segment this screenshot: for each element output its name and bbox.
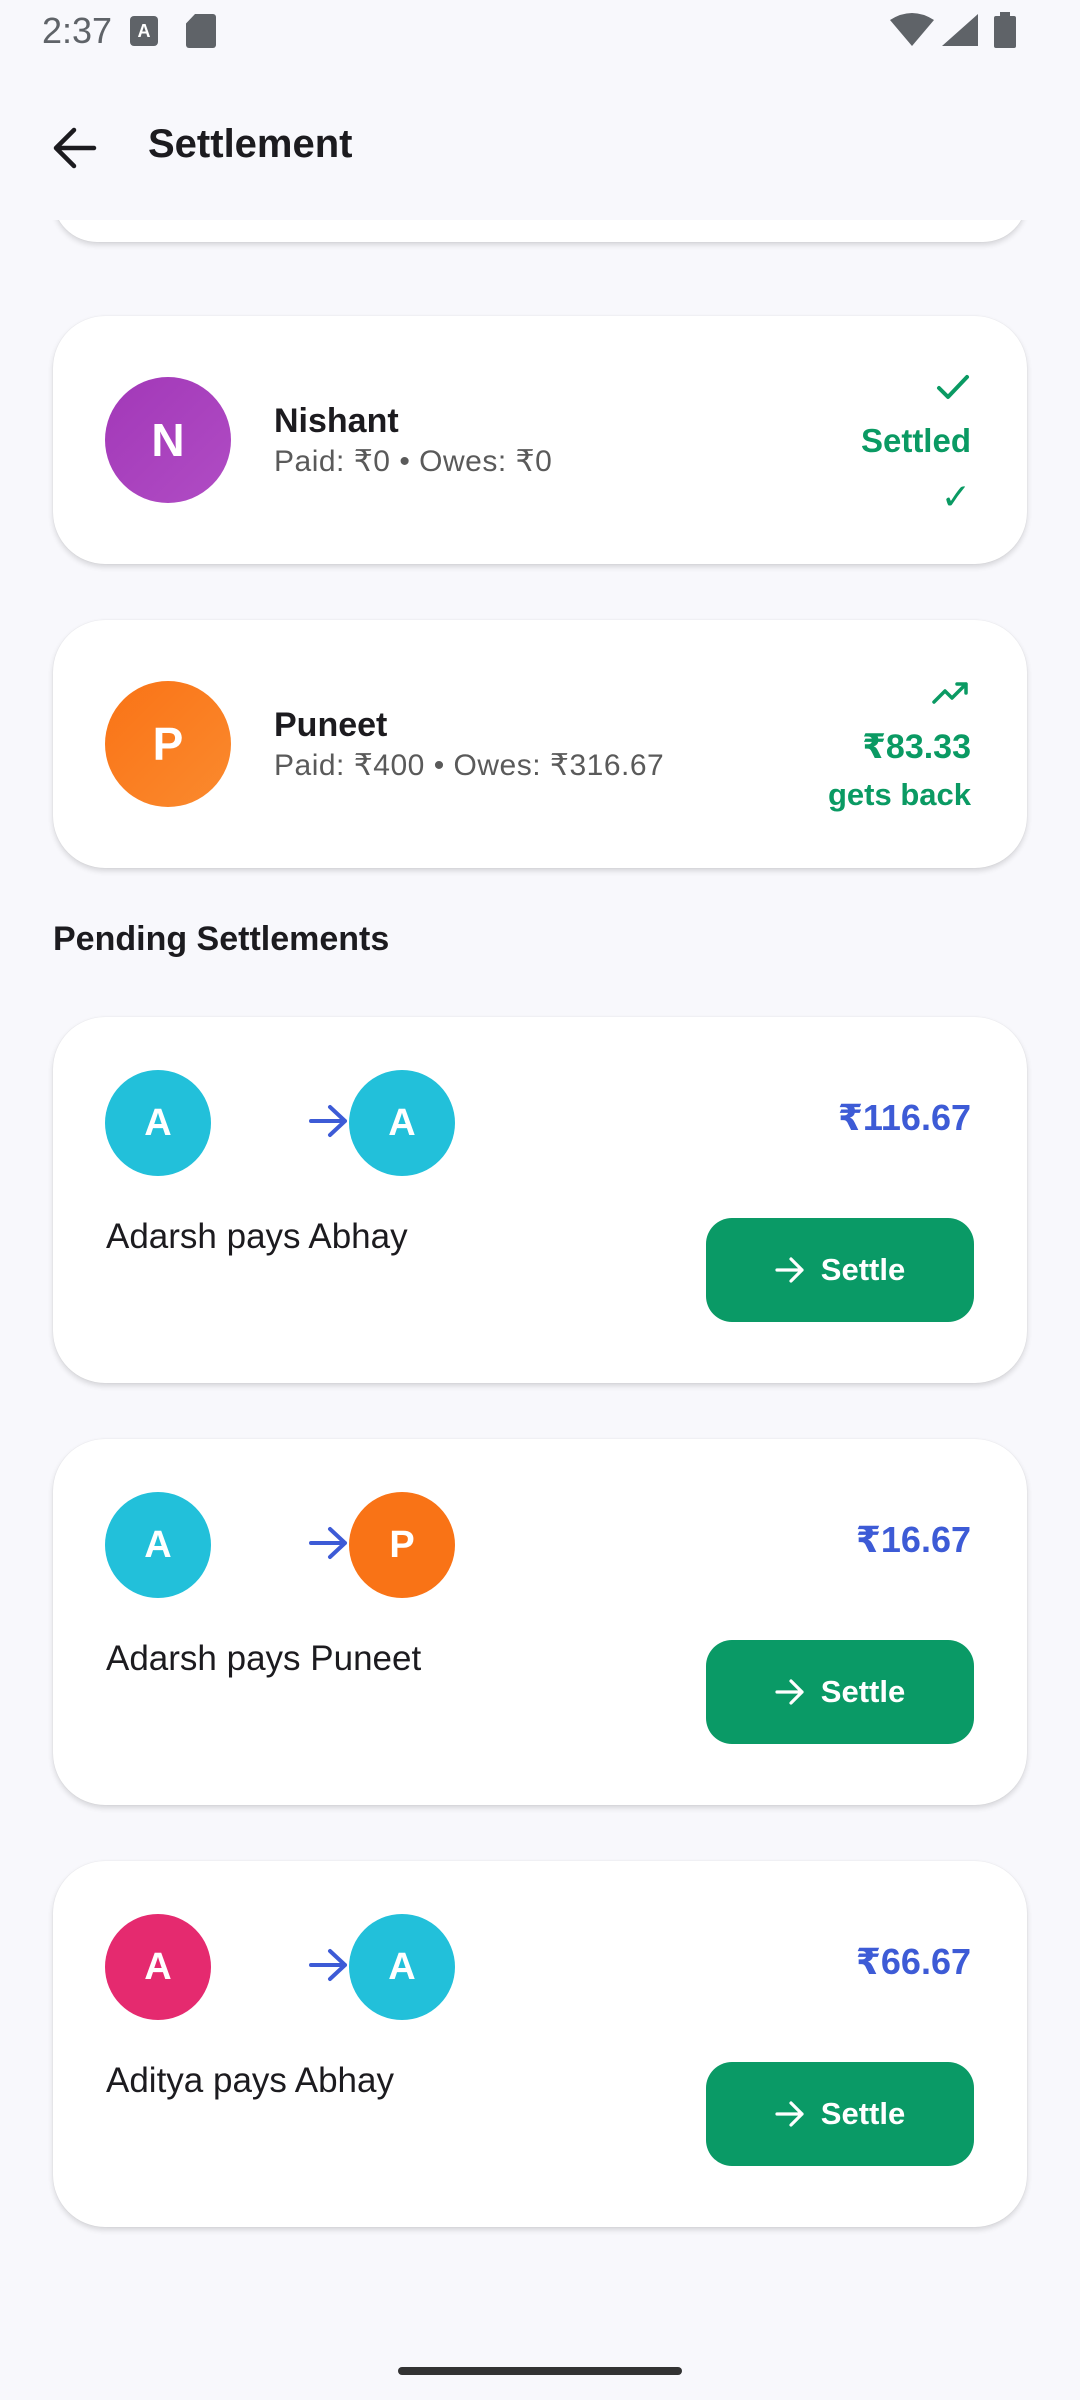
settlement-description: Aditya pays Abhay (106, 2061, 394, 2100)
balance-amount: ₹83.33 (862, 728, 971, 766)
a-notification-icon: A (130, 16, 158, 46)
status-icons (890, 12, 1040, 52)
settlement-amount: ₹66.67 (855, 1941, 971, 1982)
member-card-partial (53, 220, 1027, 242)
settlement-description: Adarsh pays Abhay (106, 1217, 408, 1256)
settlement-card: A P ₹16.67 Adarsh pays Puneet Settle (53, 1439, 1027, 1805)
trending-up-icon (932, 682, 968, 704)
status-bar: 2:37 A (0, 0, 1080, 64)
payee-avatar: P (349, 1492, 455, 1598)
wifi-icon (890, 13, 934, 46)
member-summary: Paid: ₹400 • Owes: ₹316.67 (274, 749, 665, 782)
arrow-right-icon (775, 1679, 804, 1705)
back-button[interactable] (30, 118, 118, 178)
payee-avatar: A (349, 1070, 455, 1176)
signal-icon (942, 14, 978, 46)
settlement-description: Adarsh pays Puneet (106, 1639, 422, 1678)
arrow-right-icon (309, 1949, 347, 1981)
settle-button[interactable]: Settle (706, 1218, 974, 1322)
member-name: Puneet (274, 706, 388, 744)
status-label: gets back (827, 777, 971, 812)
page-title: Settlement (148, 122, 353, 166)
payee-avatar: A (349, 1914, 455, 2020)
avatar: N (105, 377, 231, 503)
status-time: 2:37 (42, 10, 113, 51)
app-bar: Settlement (0, 100, 1080, 196)
avatar: P (105, 681, 231, 807)
settlement-card: A A ₹66.67 Aditya pays Abhay Settle (53, 1861, 1027, 2227)
settlement-amount: ₹16.67 (855, 1519, 971, 1560)
arrow-right-icon (309, 1105, 347, 1137)
section-title: Pending Settlements (53, 920, 390, 958)
arrow-right-icon (309, 1527, 347, 1559)
arrow-right-icon (775, 2101, 804, 2127)
payer-avatar: A (105, 1492, 211, 1598)
member-name: Nishant (274, 402, 399, 440)
member-summary: Paid: ₹0 • Owes: ₹0 (274, 445, 553, 478)
status-label: Settled (860, 422, 971, 459)
member-card: N Nishant Paid: ₹0 • Owes: ₹0 Settled ✓ (53, 316, 1027, 564)
arrow-left-icon (53, 127, 97, 169)
payer-avatar: A (105, 1914, 211, 2020)
battery-icon (994, 12, 1016, 48)
settlement-content[interactable]: N Nishant Paid: ₹0 • Owes: ₹0 Settled ✓ … (0, 220, 1080, 2340)
member-card: P Puneet Paid: ₹400 • Owes: ₹316.67 ₹83.… (53, 620, 1027, 868)
settlement-amount: ₹116.67 (837, 1097, 971, 1138)
home-indicator[interactable] (398, 2367, 682, 2375)
settle-button-label: Settle (820, 1674, 906, 1709)
check-icon (937, 375, 969, 399)
settlement-card: A A ₹116.67 Adarsh pays Abhay Settle (53, 1017, 1027, 1383)
settle-button-label: Settle (820, 2096, 906, 2131)
settled-check-mark: ✓ (940, 476, 971, 517)
sd-card-icon (186, 14, 216, 48)
settle-button[interactable]: Settle (706, 2062, 974, 2166)
settle-button-label: Settle (820, 1252, 906, 1287)
settle-button[interactable]: Settle (706, 1640, 974, 1744)
arrow-right-icon (775, 1257, 804, 1283)
payer-avatar: A (105, 1070, 211, 1176)
